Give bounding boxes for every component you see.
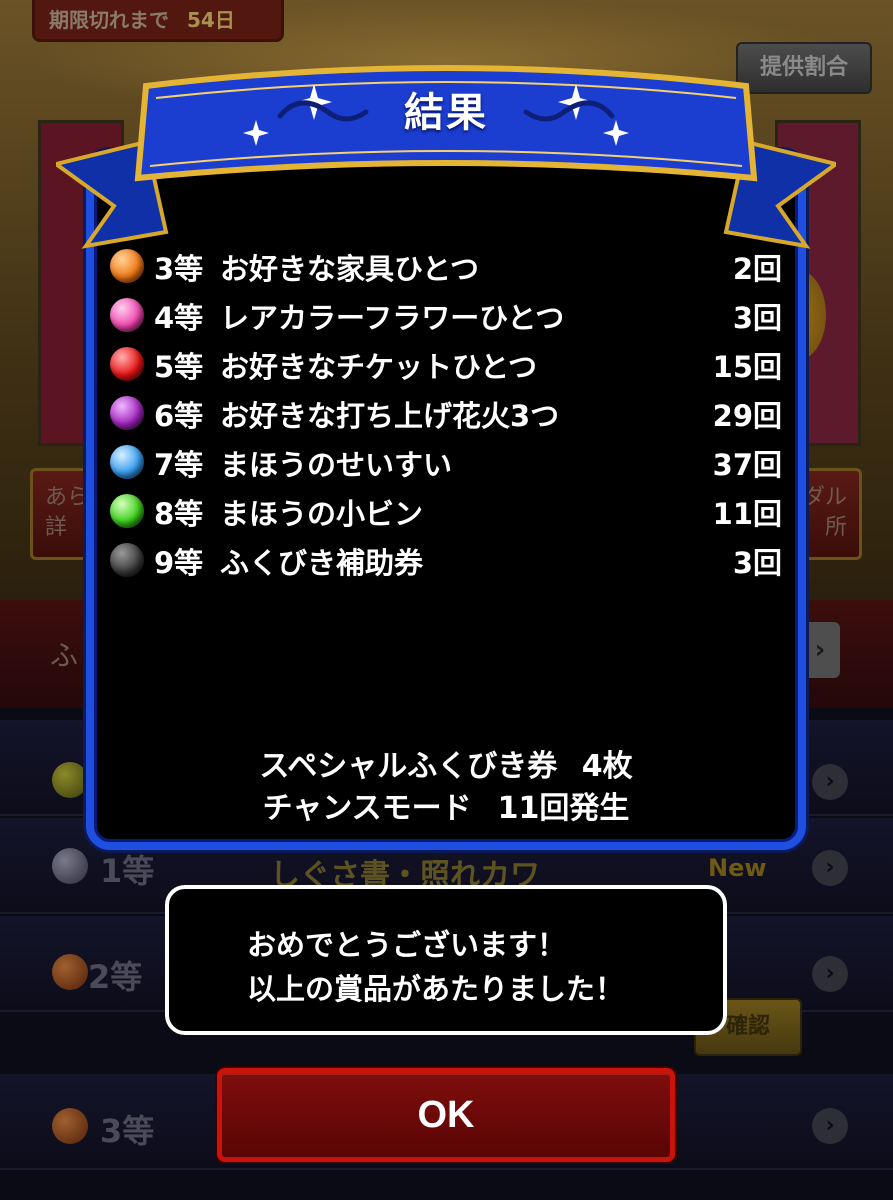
prize-tier: 8等 — [154, 497, 204, 531]
prize-name: お好きな家具ひとつ — [220, 252, 479, 286]
prize-name: まほうの小ビン — [220, 497, 424, 531]
message-box: おめでとうございます！ 以上の賞品があたりました！ — [165, 885, 727, 1035]
message-line-1: おめでとうございます！ — [247, 928, 567, 962]
prize-name: ふくびき補助券 — [220, 546, 424, 580]
orb-icon — [52, 848, 88, 884]
prize-tier: 7等 — [154, 448, 204, 482]
orb-icon — [110, 249, 144, 283]
result-title: 結果 — [404, 90, 488, 136]
prize-tier: 6等 — [154, 399, 204, 433]
prize-tier: 9等 — [154, 546, 204, 580]
orb-icon — [110, 543, 144, 577]
orb-icon — [52, 1108, 88, 1144]
chevron-right-icon: › — [812, 956, 848, 992]
orb-icon — [110, 396, 144, 430]
chance-summary: チャンスモード 11回発生 — [86, 788, 806, 830]
list-item: 3等 お好きな家具ひとつ 2回 — [110, 244, 786, 293]
orb-icon — [52, 762, 88, 798]
prize-name: お好きなチケットひとつ — [220, 350, 537, 384]
prize-name: お好きな打ち上げ花火3つ — [220, 399, 560, 433]
chevron-right-icon: › — [812, 850, 848, 886]
chance-summary-label: チャンスモード — [262, 791, 472, 826]
expire-badge: 期限切れまで 54日 — [32, 0, 284, 42]
prize-count: 37回 — [712, 448, 782, 482]
list-item: 9等 ふくびき補助券 3回 — [110, 538, 786, 587]
list-item-tier: 2等 — [88, 958, 143, 996]
list-item-tier: 1等 — [100, 852, 155, 890]
prize-tier: 4等 — [154, 301, 204, 335]
list-item-tier: 3等 — [100, 1112, 155, 1150]
section-band-label: ふ — [50, 639, 79, 672]
expire-days: 54日 — [187, 8, 235, 32]
prize-name: まほうのせいすい — [220, 448, 453, 482]
orb-icon — [110, 494, 144, 528]
prize-name: レアカラーフラワーひとつ — [220, 301, 565, 335]
prize-count: 2回 — [732, 252, 782, 286]
list-item: 5等 お好きなチケットひとつ 15回 — [110, 342, 786, 391]
message-line-2: 以上の賞品があたりました！ — [247, 972, 625, 1006]
expire-label: 期限切れまで — [49, 8, 169, 32]
list-item: 6等 お好きな打ち上げ花火3つ 29回 — [110, 391, 786, 440]
new-badge: New — [708, 854, 767, 882]
orb-icon — [110, 445, 144, 479]
ticket-summary-value: 4枚 — [581, 749, 633, 784]
prize-tier: 3等 — [154, 252, 204, 286]
chevron-right-icon[interactable]: › — [800, 622, 840, 678]
result-summary: スペシャルふくびき券 4枚 チャンスモード 11回発生 — [86, 746, 806, 830]
prize-count: 29回 — [712, 399, 782, 433]
orb-icon — [110, 298, 144, 332]
chevron-right-icon: › — [812, 764, 848, 800]
prize-count: 15回 — [712, 350, 782, 384]
orb-icon — [110, 347, 144, 381]
ticket-summary-label: スペシャルふくびき券 — [259, 749, 558, 784]
ticket-summary: スペシャルふくびき券 4枚 — [86, 746, 806, 788]
chevron-right-icon: › — [812, 1108, 848, 1144]
chance-summary-value: 11回発生 — [497, 791, 630, 826]
list-item: 4等 レアカラーフラワーひとつ 3回 — [110, 293, 786, 342]
prize-count: 3回 — [732, 546, 782, 580]
ok-button[interactable]: OK — [217, 1068, 675, 1162]
list-item: 8等 まほうの小ビン 11回 — [110, 489, 786, 538]
result-prize-list: 3等 お好きな家具ひとつ 2回 4等 レアカラーフラワーひとつ 3回 5等 お好… — [110, 244, 786, 587]
prize-tier: 5等 — [154, 350, 204, 384]
orb-icon — [52, 954, 88, 990]
prize-count: 11回 — [712, 497, 782, 531]
prize-count: 3回 — [732, 301, 782, 335]
list-item: 7等 まほうのせいすい 37回 — [110, 440, 786, 489]
